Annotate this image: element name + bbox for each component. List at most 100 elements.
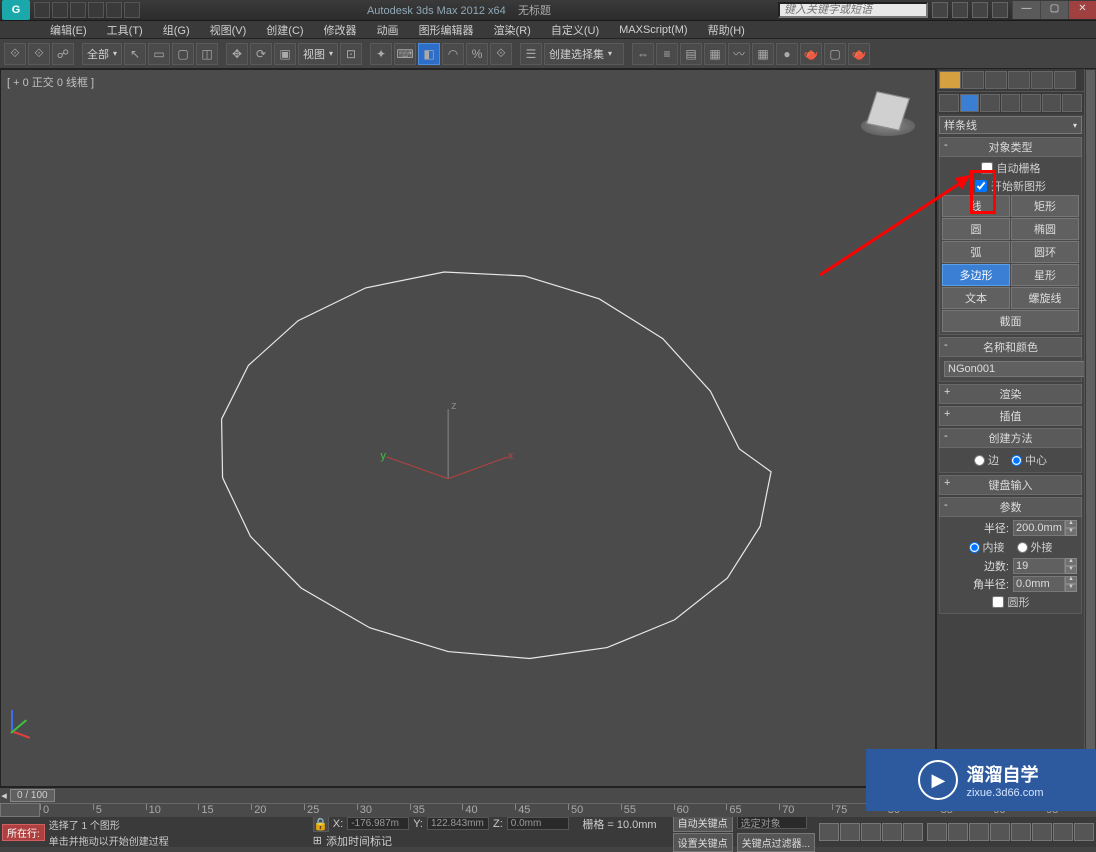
- rollout-header[interactable]: +插值: [939, 406, 1082, 426]
- corner-radius-input[interactable]: [1013, 576, 1065, 592]
- move-icon[interactable]: ✥: [226, 43, 248, 65]
- schematic-icon[interactable]: ▦: [752, 43, 774, 65]
- shapes-icon[interactable]: [960, 94, 980, 112]
- create-tab-icon[interactable]: [939, 71, 961, 89]
- menu-help[interactable]: 帮助(H): [698, 20, 755, 40]
- spinner-down-icon[interactable]: ▼: [1065, 584, 1077, 592]
- display-tab-icon[interactable]: [1031, 71, 1053, 89]
- prev-frame-icon[interactable]: [840, 823, 860, 841]
- viewport[interactable]: [ + 0 正交 0 线框 ] z x y: [0, 69, 936, 787]
- spinner-down-icon[interactable]: ▼: [1065, 528, 1077, 536]
- shape-button-矩形[interactable]: 矩形: [1011, 195, 1079, 217]
- next-frame-icon[interactable]: [882, 823, 902, 841]
- maximize-button[interactable]: ▢: [1040, 1, 1068, 19]
- geometry-icon[interactable]: [939, 94, 959, 112]
- frame-indicator[interactable]: 0 / 100: [10, 789, 55, 802]
- favorites-icon[interactable]: [972, 2, 988, 18]
- percent-snap-icon[interactable]: %: [466, 43, 488, 65]
- key-filters-button[interactable]: 关键点过滤器...: [737, 833, 815, 852]
- open-icon[interactable]: [52, 2, 68, 18]
- communication-icon[interactable]: [952, 2, 968, 18]
- rollout-header[interactable]: -参数: [939, 497, 1082, 517]
- start-new-shape-checkbox[interactable]: [975, 180, 987, 192]
- spinner-snap-icon[interactable]: ⟐: [490, 43, 512, 65]
- layers-icon[interactable]: ▤: [680, 43, 702, 65]
- close-button[interactable]: ✕: [1068, 1, 1096, 19]
- shape-button-线[interactable]: 线: [942, 195, 1010, 217]
- binoculars-icon[interactable]: [932, 2, 948, 18]
- render-frame-icon[interactable]: ▢: [824, 43, 846, 65]
- shape-button-圆[interactable]: 圆: [942, 218, 1010, 240]
- spinner-up-icon[interactable]: ▲: [1065, 558, 1077, 566]
- viewcube[interactable]: [853, 80, 923, 150]
- menu-customize[interactable]: 自定义(U): [541, 20, 609, 40]
- object-name-input[interactable]: [944, 361, 1094, 377]
- snap-toggle-icon[interactable]: ◧: [418, 43, 440, 65]
- x-coord-input[interactable]: [347, 817, 409, 830]
- y-coord-input[interactable]: [427, 817, 489, 830]
- cameras-icon[interactable]: [1001, 94, 1021, 112]
- pivot-icon[interactable]: ⊡: [340, 43, 362, 65]
- min-max-icon[interactable]: [1074, 823, 1094, 841]
- manipulate-icon[interactable]: ✦: [370, 43, 392, 65]
- play-icon[interactable]: [861, 823, 881, 841]
- menu-animation[interactable]: 动画: [367, 20, 409, 40]
- material-icon[interactable]: ●: [776, 43, 798, 65]
- keyboard-shortcut-icon[interactable]: ⌨: [394, 43, 416, 65]
- zoom-icon[interactable]: [948, 823, 968, 841]
- goto-end-icon[interactable]: [903, 823, 923, 841]
- app-icon[interactable]: G: [2, 0, 30, 20]
- spinner-up-icon[interactable]: ▲: [1065, 520, 1077, 528]
- spacewarps-icon[interactable]: [1042, 94, 1062, 112]
- rollout-header[interactable]: -创建方法: [939, 428, 1082, 448]
- shape-button-圆环[interactable]: 圆环: [1011, 241, 1079, 263]
- rollout-header[interactable]: -名称和颜色: [939, 337, 1082, 357]
- circumscribed-radio[interactable]: 外接: [1017, 539, 1053, 555]
- zoom-region-icon[interactable]: [1053, 823, 1073, 841]
- lock-icon[interactable]: 🔒: [313, 816, 329, 832]
- spinner-up-icon[interactable]: ▲: [1065, 576, 1077, 584]
- menu-tools[interactable]: 工具(T): [97, 20, 153, 40]
- ref-coord-dropdown[interactable]: 视图: [298, 43, 338, 65]
- circular-checkbox[interactable]: [992, 596, 1004, 608]
- rollout-header[interactable]: -对象类型: [939, 137, 1082, 157]
- shape-button-多边形[interactable]: 多边形: [942, 264, 1010, 286]
- scale-icon[interactable]: ▣: [274, 43, 296, 65]
- menu-modifiers[interactable]: 修改器: [314, 20, 367, 40]
- orbit-icon[interactable]: [990, 823, 1010, 841]
- window-crossing-icon[interactable]: ◫: [196, 43, 218, 65]
- redo-icon[interactable]: [106, 2, 122, 18]
- edge-radio[interactable]: 边: [974, 452, 999, 468]
- set-key-button[interactable]: 设置关键点: [673, 833, 733, 852]
- subcategory-dropdown[interactable]: 样条线: [939, 116, 1082, 134]
- undo-icon[interactable]: [88, 2, 104, 18]
- menu-graph-editors[interactable]: 图形编辑器: [409, 20, 484, 40]
- link-icon[interactable]: ⟐: [4, 43, 26, 65]
- help-icon[interactable]: [992, 2, 1008, 18]
- mirror-icon[interactable]: ⇔: [632, 43, 654, 65]
- rotate-icon[interactable]: ⟳: [250, 43, 272, 65]
- hierarchy-tab-icon[interactable]: [985, 71, 1007, 89]
- select-icon[interactable]: ↖: [124, 43, 146, 65]
- zoom-extents-icon[interactable]: [969, 823, 989, 841]
- shape-button-弧[interactable]: 弧: [942, 241, 1010, 263]
- auto-grid-checkbox[interactable]: [981, 162, 993, 174]
- motion-tab-icon[interactable]: [1008, 71, 1030, 89]
- bind-icon[interactable]: ☍: [52, 43, 74, 65]
- modify-tab-icon[interactable]: [962, 71, 984, 89]
- help-search-input[interactable]: [778, 2, 928, 18]
- menu-create[interactable]: 创建(C): [256, 20, 313, 40]
- time-tag-icon[interactable]: ⊞: [313, 834, 322, 847]
- select-name-icon[interactable]: ▭: [148, 43, 170, 65]
- helpers-icon[interactable]: [1021, 94, 1041, 112]
- angle-snap-icon[interactable]: ◠: [442, 43, 464, 65]
- utilities-tab-icon[interactable]: [1054, 71, 1076, 89]
- pan-icon[interactable]: [927, 823, 947, 841]
- key-target-dropdown[interactable]: [737, 816, 807, 829]
- spinner-down-icon[interactable]: ▼: [1065, 566, 1077, 574]
- render-setup-icon[interactable]: 🫖: [800, 43, 822, 65]
- unlink-icon[interactable]: ⟐: [28, 43, 50, 65]
- lights-icon[interactable]: [980, 94, 1000, 112]
- z-coord-input[interactable]: [507, 817, 569, 830]
- menu-edit[interactable]: 编辑(E): [40, 20, 97, 40]
